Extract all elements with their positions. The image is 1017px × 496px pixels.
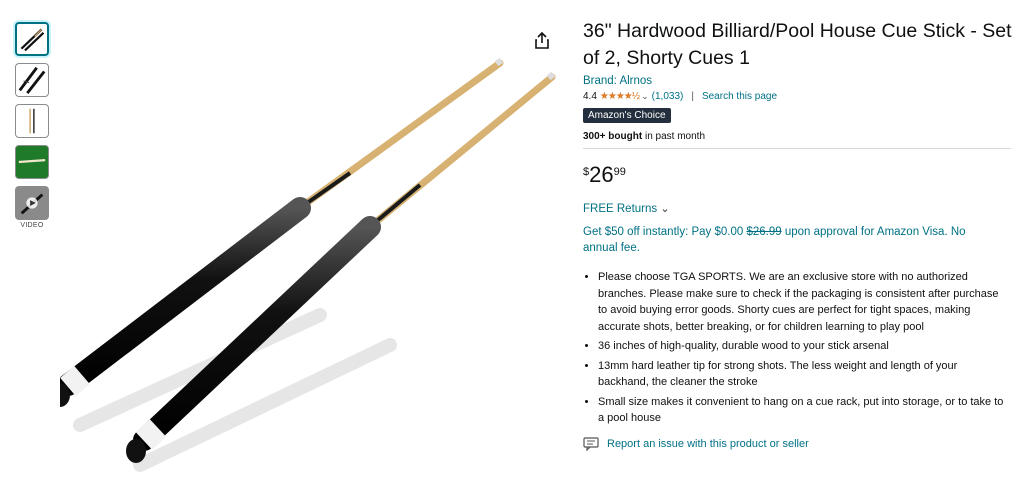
bought-count: 300+ bought in past month <box>583 131 1013 142</box>
visa-promo-link[interactable]: Get $50 off instantly: Pay $0.00 $26.99 … <box>583 224 993 256</box>
price-fraction: 99 <box>613 166 626 178</box>
product-details: 36" Hardwood Billiard/Pool House Cue Sti… <box>583 18 1013 451</box>
thumbnail-3[interactable] <box>15 104 49 138</box>
chevron-down-icon[interactable]: ⌄ <box>641 91 649 102</box>
thumbnail-2[interactable] <box>15 63 49 97</box>
thumbnail-1[interactable] <box>15 22 49 56</box>
thumbnail-video[interactable] <box>15 186 49 220</box>
rating-row: 4.4 ★★★★½ ⌄ (1,033) | Search this page <box>583 91 1013 102</box>
chevron-down-icon: ⌄ <box>660 203 670 215</box>
report-icon <box>583 436 599 451</box>
bought-count-rest: in past month <box>642 131 705 142</box>
feature-bullet: Small size makes it convenient to hang o… <box>598 394 1010 427</box>
video-label: VIDEO <box>20 222 44 229</box>
product-title: 36" Hardwood Billiard/Pool House Cue Sti… <box>583 20 1012 69</box>
rating-value: 4.4 <box>583 91 597 102</box>
ratings-count-link[interactable]: (1,033) <box>652 91 684 102</box>
search-this-page-link[interactable]: Search this page <box>702 91 777 102</box>
cue-thumbnail-icon <box>18 66 46 95</box>
divider <box>583 148 1011 149</box>
report-issue-link[interactable]: Report an issue with this product or sel… <box>583 436 1013 451</box>
thumbnail-4[interactable] <box>15 145 49 179</box>
cue-on-table-thumbnail-icon <box>16 146 48 178</box>
star-rating-icon[interactable]: ★★★★½ <box>600 91 640 102</box>
feature-bullet: 13mm hard leather tip for strong shots. … <box>598 358 1010 391</box>
main-product-image[interactable] <box>60 55 570 475</box>
price-whole: 26 <box>589 162 614 187</box>
brand-link[interactable]: Brand: Alrnos <box>583 75 1013 87</box>
share-icon[interactable] <box>532 31 552 51</box>
amazons-choice-badge[interactable]: Amazon's Choice <box>583 108 671 123</box>
price: $ 26 99 <box>583 163 1013 187</box>
free-returns-label: FREE Returns <box>583 203 658 215</box>
separator: | <box>691 91 694 102</box>
feature-bullets: Please choose TGA SPORTS. We are an excl… <box>583 269 1010 427</box>
bought-count-bold: 300+ bought <box>583 131 643 142</box>
cue-thumbnail-icon <box>29 108 35 134</box>
cue-thumbnail-icon <box>20 28 45 52</box>
promo-strike-price: $26.99 <box>746 226 782 238</box>
thumbnail-strip: VIDEO <box>15 22 55 229</box>
feature-bullet: 36 inches of high-quality, durable wood … <box>598 338 1010 355</box>
free-returns-link[interactable]: FREE Returns ⌄ <box>583 202 1013 215</box>
video-thumbnail-icon <box>16 187 48 219</box>
report-issue-label: Report an issue with this product or sel… <box>607 437 809 450</box>
feature-bullet: Please choose TGA SPORTS. We are an excl… <box>598 269 1010 335</box>
promo-text-a: Get $50 off instantly: Pay $0.00 <box>583 226 747 238</box>
